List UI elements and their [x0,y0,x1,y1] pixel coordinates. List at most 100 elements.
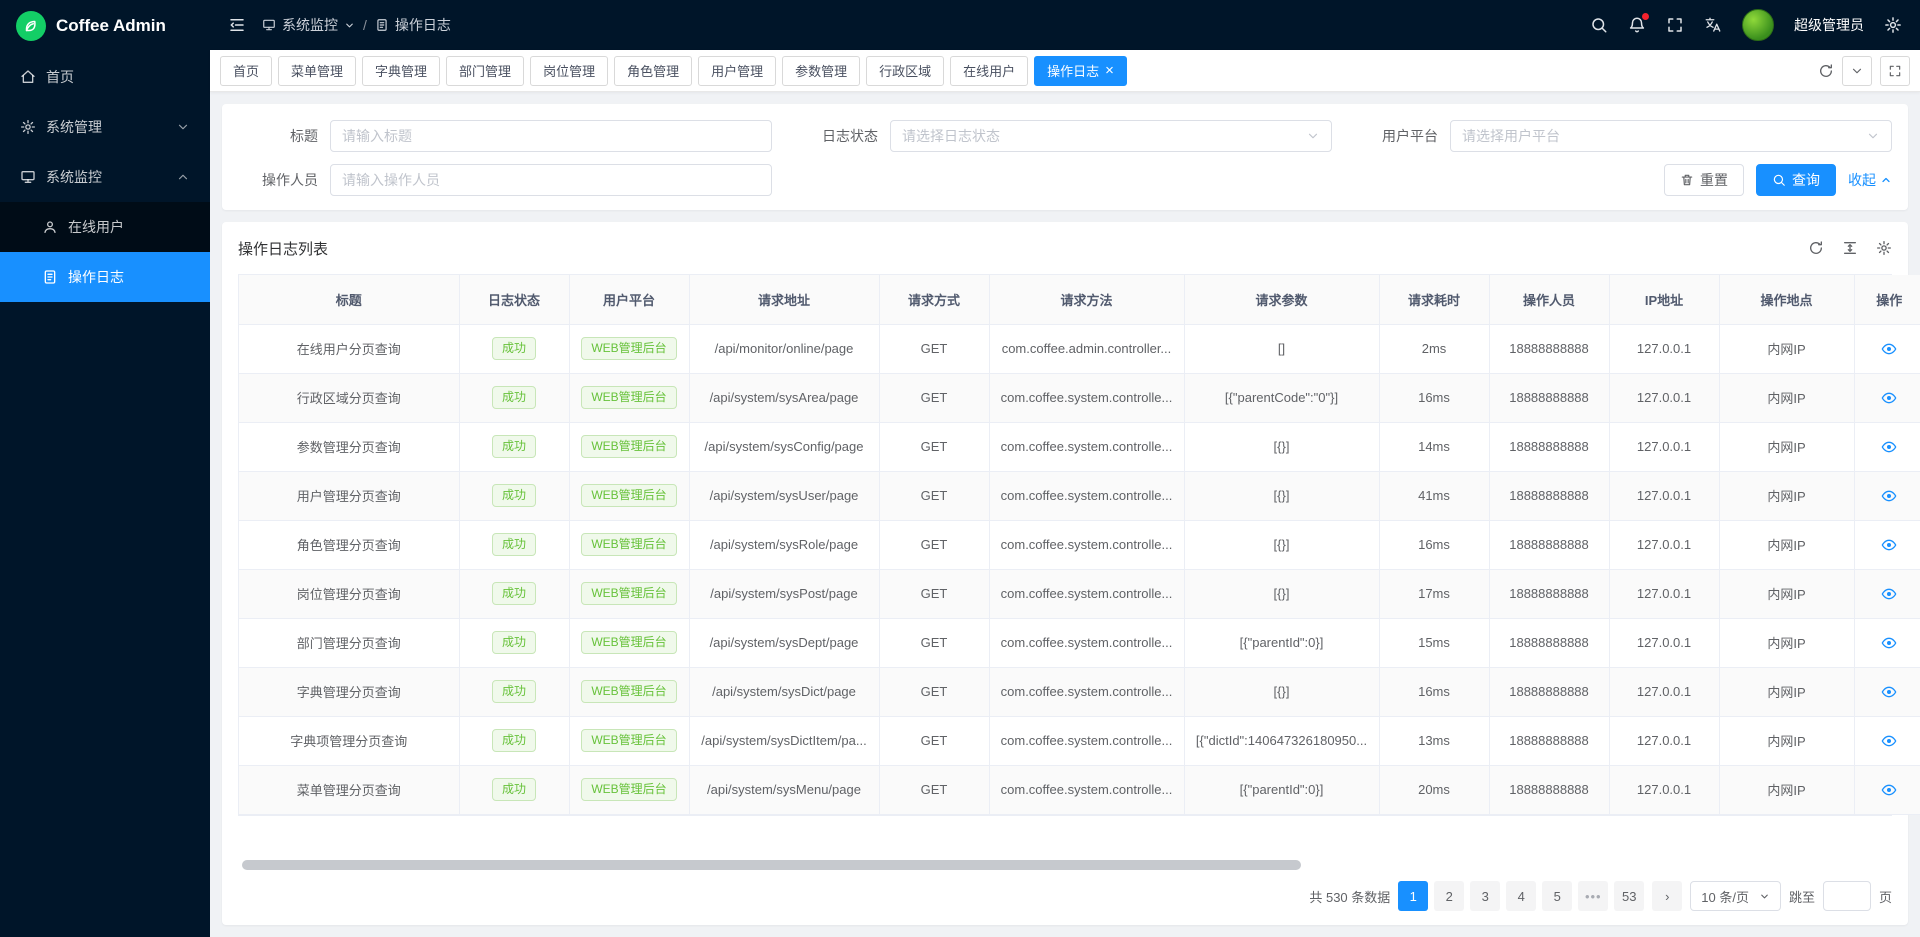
view-detail-icon[interactable] [1881,586,1897,602]
table-row: 在线用户分页查询成功WEB管理后台/api/monitor/online/pag… [239,324,1920,373]
cell-method: GET [879,422,989,471]
pager-page-5[interactable]: 5 [1542,881,1572,911]
cell-ip: 127.0.0.1 [1609,422,1719,471]
jump-suffix: 页 [1879,887,1892,906]
search-icon[interactable] [1590,16,1608,34]
breadcrumb-item-operation-log: 操作日志 [375,15,451,35]
pager-page-53[interactable]: 53 [1614,881,1644,911]
column-header: 请求方式 [879,275,989,324]
breadcrumb-item-monitor[interactable]: 系统监控 [262,15,355,35]
cell-url: /api/system/sysUser/page [689,471,879,520]
view-detail-icon[interactable] [1881,537,1897,553]
refresh-icon[interactable] [1818,63,1834,79]
sidebar-item-operation-log[interactable]: 操作日志 [0,252,210,302]
app-logo[interactable]: Coffee Admin [0,0,210,52]
tab-操作日志[interactable]: 操作日志× [1034,56,1127,86]
cell-operator: 18888888888 [1489,716,1609,765]
content-fullscreen-icon[interactable] [1880,56,1910,86]
sidebar-item-system-monitor[interactable]: 系统监控 [0,152,210,202]
cell-url: /api/system/sysDictItem/pa... [689,716,879,765]
pager-more[interactable]: ••• [1578,881,1608,911]
status-tag: 成功 [492,729,536,753]
collapse-filter-link[interactable]: 收起 [1848,170,1892,190]
main-area: 系统监控 / 操作日志 超级管理员 [210,0,1920,937]
tab-actions-dropdown[interactable] [1842,56,1872,86]
view-detail-icon[interactable] [1881,684,1897,700]
jump-page-input[interactable] [1823,881,1871,911]
settings-gear-icon[interactable] [1884,16,1902,34]
view-detail-icon[interactable] [1881,439,1897,455]
cell-status: 成功 [459,471,569,520]
cell-title: 部门管理分页查询 [239,618,459,667]
pager-page-4[interactable]: 4 [1506,881,1536,911]
cell-duration: 16ms [1379,667,1489,716]
tab-close-icon[interactable]: × [1105,63,1114,78]
tab-菜单管理[interactable]: 菜单管理 [278,56,356,86]
leaf-logo-icon [16,11,46,41]
sidebar: Coffee Admin 首页 系统管理 系统监控 在线用户 [0,0,210,937]
platform-select-placeholder: 请选择用户平台 [1462,126,1560,146]
tab-在线用户[interactable]: 在线用户 [950,56,1028,86]
cell-action [1854,618,1920,667]
notification-bell-icon[interactable] [1628,16,1646,34]
operator-input[interactable] [330,164,772,196]
horizontal-scrollbar-thumb[interactable] [242,860,1301,870]
refresh-icon[interactable] [1808,240,1824,256]
tab-首页[interactable]: 首页 [220,56,272,86]
log-table-panel: 操作日志列表 标题日志状态用户平台请求地址请求方式请求方法请求参数请求耗时操作人… [222,222,1908,925]
tab-角色管理[interactable]: 角色管理 [614,56,692,86]
pager-next-button[interactable]: › [1652,881,1682,911]
tab-label: 参数管理 [795,61,847,80]
platform-tag: WEB管理后台 [581,631,676,655]
cell-action [1854,471,1920,520]
tab-用户管理[interactable]: 用户管理 [698,56,776,86]
breadcrumb-separator: / [363,17,367,33]
column-header: 请求方法 [989,275,1184,324]
pager-page-3[interactable]: 3 [1470,881,1500,911]
column-settings-gear-icon[interactable] [1876,240,1892,256]
cell-handler: com.coffee.system.controlle... [989,667,1184,716]
sidebar-item-online-users[interactable]: 在线用户 [0,202,210,252]
view-detail-icon[interactable] [1881,733,1897,749]
column-header: 操作地点 [1719,275,1854,324]
status-select[interactable]: 请选择日志状态 [890,120,1332,152]
chevron-down-icon [1759,891,1770,902]
fullscreen-icon[interactable] [1666,16,1684,34]
platform-select[interactable]: 请选择用户平台 [1450,120,1892,152]
cell-platform: WEB管理后台 [569,373,689,422]
page-size-select[interactable]: 10 条/页 [1690,881,1781,911]
view-detail-icon[interactable] [1881,341,1897,357]
tab-岗位管理[interactable]: 岗位管理 [530,56,608,86]
cell-status: 成功 [459,618,569,667]
view-detail-icon[interactable] [1881,782,1897,798]
view-detail-icon[interactable] [1881,390,1897,406]
tab-参数管理[interactable]: 参数管理 [782,56,860,86]
view-detail-icon[interactable] [1881,635,1897,651]
cell-title: 字典管理分页查询 [239,667,459,716]
search-button[interactable]: 查询 [1756,164,1836,196]
column-header: 日志状态 [459,275,569,324]
translate-icon[interactable] [1704,16,1722,34]
pager-page-2[interactable]: 2 [1434,881,1464,911]
tab-行政区域[interactable]: 行政区域 [866,56,944,86]
username[interactable]: 超级管理员 [1794,15,1864,35]
reset-button[interactable]: 重置 [1664,164,1744,196]
sidebar-item-system-management[interactable]: 系统管理 [0,102,210,152]
column-header: 标题 [239,275,459,324]
sidebar-item-label: 首页 [46,67,74,87]
tab-部门管理[interactable]: 部门管理 [446,56,524,86]
tab-字典管理[interactable]: 字典管理 [362,56,440,86]
pager-page-1[interactable]: 1 [1398,881,1428,911]
cell-location: 内网IP [1719,716,1854,765]
sidebar-item-home[interactable]: 首页 [0,52,210,102]
cell-params: [{}] [1184,667,1379,716]
cell-handler: com.coffee.system.controlle... [989,618,1184,667]
sidebar-collapse-icon[interactable] [228,16,246,34]
avatar[interactable] [1742,9,1774,41]
table-row: 字典管理分页查询成功WEB管理后台/api/system/sysDict/pag… [239,667,1920,716]
cell-operator: 18888888888 [1489,471,1609,520]
title-input[interactable] [330,120,772,152]
view-detail-icon[interactable] [1881,488,1897,504]
row-density-icon[interactable] [1842,240,1858,256]
cell-location: 内网IP [1719,324,1854,373]
